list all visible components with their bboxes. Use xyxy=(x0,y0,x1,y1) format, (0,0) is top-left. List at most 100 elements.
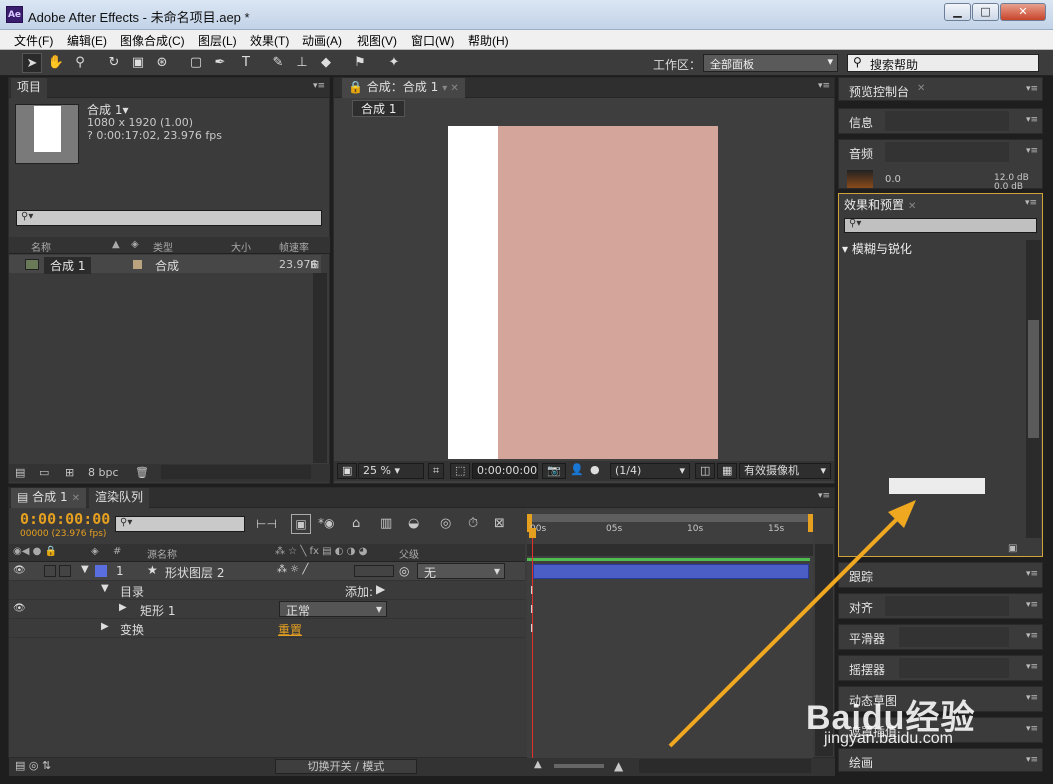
expand-arrow-icon[interactable]: ▼ xyxy=(81,564,89,575)
clone-stamp-tool-icon[interactable]: ⊥ xyxy=(292,53,312,73)
menu-edit[interactable]: 编辑(E) xyxy=(67,32,107,49)
tab-render-queue[interactable]: 渲染队列 xyxy=(89,488,150,508)
expand-arrow-icon[interactable]: ▶ xyxy=(101,621,109,632)
menu-layer[interactable]: 图层(L) xyxy=(198,32,237,49)
zoom-slider[interactable] xyxy=(554,764,604,768)
panel-menu-icon[interactable]: ▾≡ xyxy=(1026,755,1038,765)
brainstorm-icon[interactable]: ◒ xyxy=(408,516,419,531)
effects-search-input[interactable]: ⚲▾ xyxy=(844,218,1037,233)
pan-behind-tool-icon[interactable]: ⊛ xyxy=(152,53,172,73)
new-preset-icon[interactable]: ▣ xyxy=(1008,543,1017,554)
sort-icon[interactable]: ▲ xyxy=(112,239,120,250)
layer-name[interactable]: 形状图层 2 xyxy=(165,564,224,581)
bit-depth-label[interactable]: 8 bpc xyxy=(88,466,119,479)
eraser-tool-icon[interactable]: ◆ xyxy=(316,53,336,73)
preview-panel[interactable]: 预览控制台 ✕ ▾≡ xyxy=(838,77,1043,101)
flowchart-icon[interactable]: ⊞ xyxy=(310,258,319,271)
playhead-handle[interactable] xyxy=(529,528,536,538)
keyframe-marker[interactable]: I xyxy=(530,584,533,597)
column-type[interactable]: 类型 xyxy=(153,239,173,254)
effects-panel-title[interactable]: 效果和预置 ✕ xyxy=(844,196,916,213)
selection-tool-icon[interactable]: ➤ xyxy=(22,53,42,73)
timeline-footer-icons[interactable]: ▤ ◎ ⇅ xyxy=(15,759,51,772)
project-search-input[interactable]: ⚲▾ xyxy=(16,210,322,226)
blend-switch-boxes[interactable] xyxy=(354,565,394,577)
preview-toggle-icon[interactable]: ▣ xyxy=(337,463,358,479)
menu-view[interactable]: 视图(V) xyxy=(357,32,397,49)
checkerboard-icon[interactable]: ▦ xyxy=(717,463,738,479)
hide-shy-layers-icon[interactable]: *◉ xyxy=(318,516,334,530)
live-update-icon[interactable]: ⊠ xyxy=(494,516,505,531)
column-name[interactable]: 名称 xyxy=(31,239,51,254)
close-icon[interactable]: ✕ xyxy=(917,83,925,94)
av-switches-icon[interactable]: ◉◀ ● 🔒 xyxy=(13,546,57,557)
menu-animation[interactable]: 动画(A) xyxy=(302,32,342,49)
panel-menu-icon[interactable]: ▾≡ xyxy=(1026,115,1038,125)
eye-icon[interactable]: 👁 xyxy=(13,603,26,614)
expand-arrow-icon[interactable]: ▶ xyxy=(119,602,127,613)
pen-tool-icon[interactable]: ✒ xyxy=(210,53,230,73)
label-tag-icon[interactable]: ◈ xyxy=(91,546,99,557)
rectangle-tool-icon[interactable]: ▢ xyxy=(186,53,206,73)
label-color-swatch[interactable] xyxy=(95,565,107,577)
tab-project[interactable]: 项目 xyxy=(11,78,48,98)
rotate-tool-icon[interactable]: ↻ xyxy=(104,53,124,73)
effects-category[interactable]: ▾ 模糊与锐化 xyxy=(842,240,912,257)
blend-mode-select[interactable]: 正常 ▾ xyxy=(279,601,387,618)
show-snapshot-icon[interactable]: 👤 xyxy=(566,463,588,479)
timeline-search-input[interactable]: ⚲▾ xyxy=(115,516,245,532)
keyframe-marker[interactable]: I xyxy=(530,622,533,635)
panel-menu-icon[interactable]: ▾≡ xyxy=(1026,146,1038,156)
effects-scroll-thumb[interactable] xyxy=(1028,320,1039,438)
panel-menu-icon[interactable]: ▾≡ xyxy=(818,81,830,91)
info-panel[interactable]: 信息 ▾≡ xyxy=(838,108,1043,134)
region-of-interest-icon[interactable]: ◫ xyxy=(695,463,716,479)
comp-shape-layer[interactable] xyxy=(498,126,718,459)
close-icon[interactable]: ✕ xyxy=(908,201,916,212)
project-hscrollbar[interactable] xyxy=(161,465,311,479)
new-comp-icon[interactable]: ⊞ xyxy=(65,466,74,479)
audio-panel[interactable]: 音频 ▾≡ 0.0 12.0 dB 0.0 dB xyxy=(838,139,1043,192)
contents-row[interactable]: ▼ 目录 添加: ▶ xyxy=(9,581,525,600)
timeline-hscrollbar[interactable] xyxy=(639,759,811,773)
panel-menu-icon[interactable]: ▾≡ xyxy=(1026,84,1038,94)
search-help-input[interactable]: ⚲ 搜索帮助 xyxy=(847,54,1039,72)
column-source-name[interactable]: 源名称 xyxy=(147,546,177,561)
zoom-tool-icon[interactable]: ⚲ xyxy=(70,53,90,73)
viewer-timecode[interactable]: 0:00:00:00 xyxy=(472,463,538,479)
brush-tool-icon[interactable]: ✎ xyxy=(268,53,288,73)
panel-menu-icon[interactable]: ▾≡ xyxy=(1026,662,1038,672)
interpret-footage-icon[interactable]: ▤ xyxy=(15,466,25,479)
camera-tool-icon[interactable]: ▣ xyxy=(128,53,148,73)
keyframe-marker[interactable]: I xyxy=(530,603,533,616)
toggle-switches-modes-button[interactable]: 切换开关 / 模式 xyxy=(275,759,417,774)
resolution-select[interactable]: (1/4) ▾ xyxy=(610,463,690,479)
safe-area-icon[interactable]: ⌗ xyxy=(428,463,445,479)
panel-menu-icon[interactable]: ▾≡ xyxy=(1026,724,1038,734)
zoom-select[interactable]: 25 % ▾ xyxy=(358,463,424,479)
current-time-indicator[interactable] xyxy=(532,530,533,758)
panel-menu-icon[interactable]: ▾≡ xyxy=(1026,600,1038,610)
expand-arrow-icon[interactable]: ▼ xyxy=(101,583,109,594)
timeline-timecode[interactable]: 0:00:00:00 xyxy=(20,510,110,528)
graph-editor-icon[interactable]: ◎ xyxy=(440,516,451,531)
panel-menu-icon[interactable]: ▾≡ xyxy=(1025,198,1037,208)
comp-mini-flowchart-icon[interactable]: ⊢⊣ xyxy=(256,517,277,531)
eye-icon[interactable]: 👁 xyxy=(13,565,26,576)
reset-link[interactable]: 重置 xyxy=(278,621,302,638)
panel-menu-icon[interactable]: ▾≡ xyxy=(1026,569,1038,579)
lock-toggle[interactable] xyxy=(59,565,71,577)
add-label[interactable]: 添加: xyxy=(345,583,373,600)
transform-row[interactable]: ▶ 变换 重置 xyxy=(9,619,525,638)
zoom-out-icon[interactable]: ▲ xyxy=(534,759,542,770)
column-parent[interactable]: 父级 xyxy=(399,546,419,561)
column-framerate[interactable]: 帧速率 xyxy=(279,239,309,254)
workspace-select[interactable]: 全部面板 ▾ xyxy=(703,54,838,72)
comp-subtab[interactable]: 合成 1 xyxy=(352,100,406,117)
stopwatch-icon[interactable]: ⏱ xyxy=(468,516,478,531)
menu-file[interactable]: 文件(F) xyxy=(14,32,53,49)
tab-composition[interactable]: 🔒 合成：合成 1 ▾ ✕ xyxy=(342,78,465,98)
menu-composition[interactable]: 图像合成(C) xyxy=(120,32,185,49)
frame-blending-icon[interactable]: ⌂ xyxy=(352,516,360,531)
close-icon[interactable]: ▾ ✕ xyxy=(442,83,459,94)
